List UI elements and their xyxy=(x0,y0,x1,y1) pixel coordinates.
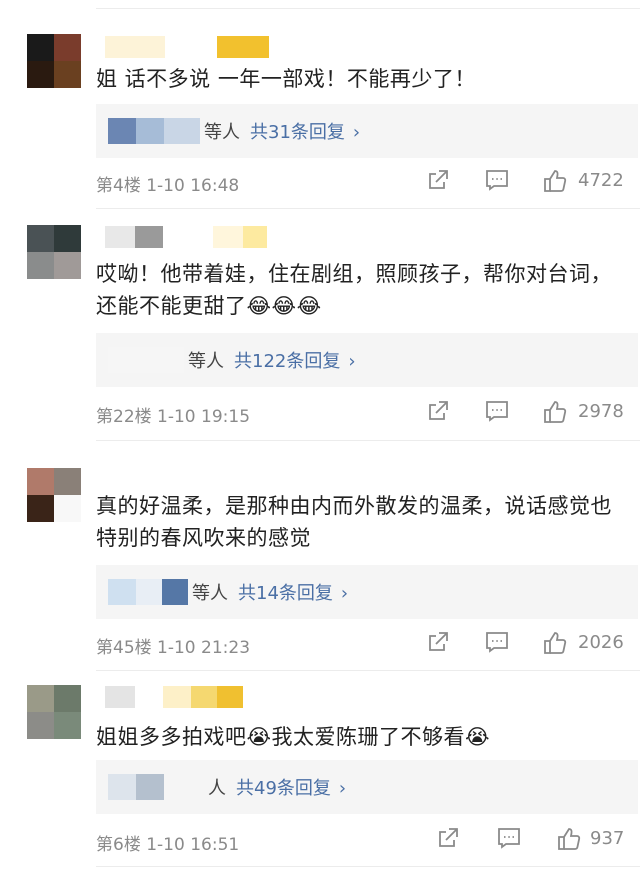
comment-icon[interactable] xyxy=(496,826,522,850)
comment-text: 真的好温柔，是那种由内而外散发的温柔，说话感觉也特别的春风吹来的感觉 xyxy=(96,494,612,550)
reply-preview[interactable]: 等人 共31条回复 › xyxy=(96,104,638,158)
floor-time: 第45楼 1-10 21:23 xyxy=(96,638,251,658)
reply-avatars xyxy=(108,347,184,373)
like-count: 4722 xyxy=(578,170,624,191)
comment-icon[interactable] xyxy=(484,399,510,423)
reply-preview[interactable]: 等人 共122条回复 › xyxy=(96,333,638,387)
like-count: 937 xyxy=(590,828,625,849)
share-icon[interactable] xyxy=(426,168,450,192)
view-replies-link[interactable]: 共31条回复 › xyxy=(250,118,360,144)
top-divider xyxy=(96,8,640,9)
divider xyxy=(96,208,640,209)
divider xyxy=(96,440,640,441)
avatar[interactable] xyxy=(27,468,81,522)
floor-time: 第6楼 1-10 16:51 xyxy=(96,835,240,855)
floor-time: 第4楼 1-10 16:48 xyxy=(96,176,240,196)
view-replies-link[interactable]: 共49条回复 › xyxy=(236,774,346,800)
avatar[interactable] xyxy=(27,34,81,88)
chevron-right-icon: › xyxy=(348,351,356,372)
like-count: 2978 xyxy=(578,401,624,422)
avatar[interactable] xyxy=(27,225,81,279)
reply-preview[interactable]: 等人 共14条回复 › xyxy=(96,565,638,619)
reply-preview[interactable]: 人 共49条回复 › xyxy=(96,760,638,814)
view-replies-link[interactable]: 共122条回复 › xyxy=(234,347,356,373)
like-count: 2026 xyxy=(578,632,624,653)
comment-text: 姐 话不多说 一年一部戏！不能再少了！ xyxy=(96,67,476,91)
reply-people-label: 等人 xyxy=(188,351,224,372)
comment-actions: 2026 xyxy=(420,630,630,658)
divider xyxy=(96,670,640,671)
comment-actions: 937 xyxy=(420,826,630,854)
username[interactable] xyxy=(105,226,267,248)
thumbs-up-icon[interactable] xyxy=(556,826,582,852)
thumbs-up-icon[interactable] xyxy=(542,399,568,425)
comment-actions: 2978 xyxy=(420,399,630,427)
comment-icon[interactable] xyxy=(484,630,510,654)
chevron-right-icon: › xyxy=(352,122,361,143)
share-icon[interactable] xyxy=(426,630,450,654)
thumbs-up-icon[interactable] xyxy=(542,168,568,194)
comment-text: 姐姐多多拍戏吧😭我太爱陈珊了不够看😭 xyxy=(96,725,491,749)
comment-text: 哎呦！他带着娃，住在剧组，照顾孩子，帮你对台词，还能不能更甜了😂😂😂 xyxy=(96,262,612,318)
avatar[interactable] xyxy=(27,685,81,739)
thumbs-up-icon[interactable] xyxy=(542,630,568,656)
chevron-right-icon: › xyxy=(340,583,349,604)
comment-actions: 4722 xyxy=(420,168,630,196)
share-icon[interactable] xyxy=(426,399,450,423)
username[interactable] xyxy=(105,36,269,58)
reply-people-label: 等人 xyxy=(204,122,240,143)
reply-people-label: 等人 xyxy=(192,583,228,604)
view-replies-link[interactable]: 共14条回复 › xyxy=(238,579,348,605)
floor-time: 第22楼 1-10 19:15 xyxy=(96,407,251,427)
reply-avatars xyxy=(108,118,200,144)
username[interactable] xyxy=(105,686,243,708)
chevron-right-icon: › xyxy=(338,778,347,799)
divider xyxy=(96,866,640,867)
reply-avatars xyxy=(108,579,188,605)
comment-icon[interactable] xyxy=(484,168,510,192)
reply-avatars xyxy=(108,774,204,800)
reply-people-label: 人 xyxy=(208,778,226,799)
share-icon[interactable] xyxy=(436,826,460,850)
